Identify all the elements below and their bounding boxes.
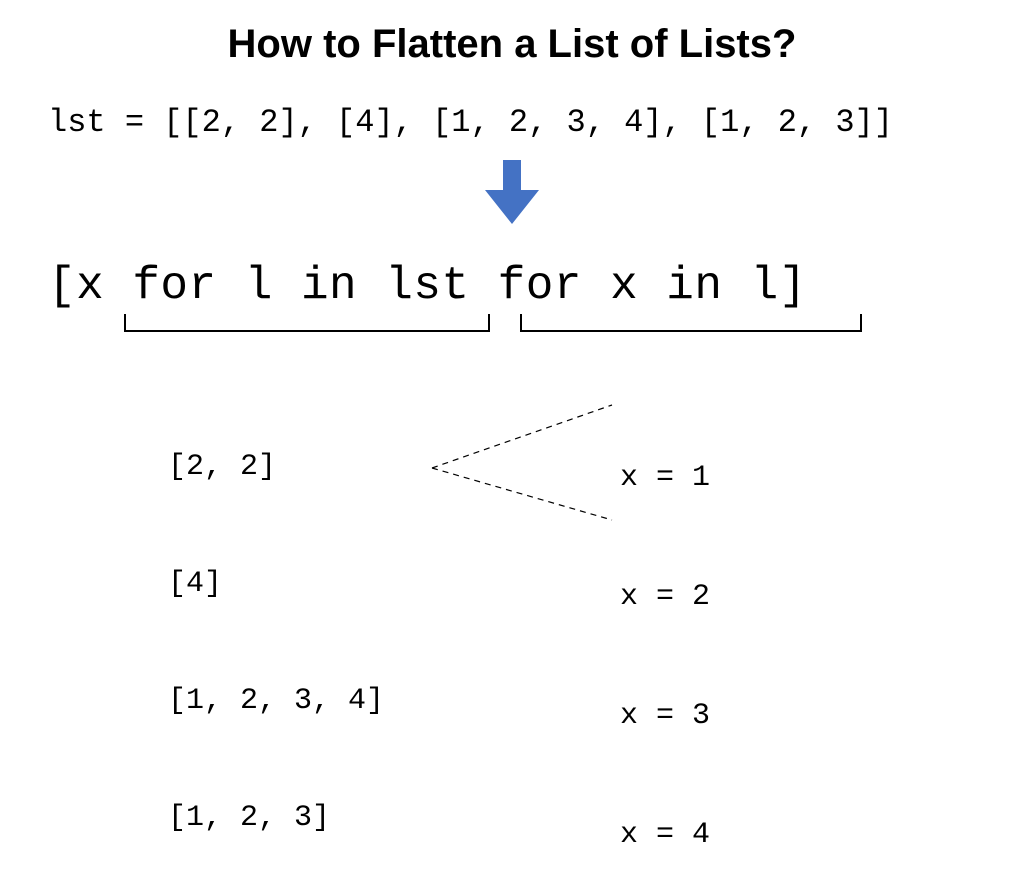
- left-item: [1, 2, 3, 4]: [168, 682, 384, 721]
- left-item: [2, 2]: [168, 448, 384, 487]
- left-item: [4]: [168, 565, 384, 604]
- down-arrow-icon: [485, 160, 539, 229]
- list-comprehension-code: [x for l in lst for x in l]: [48, 260, 807, 312]
- right-item: x = 3: [620, 697, 710, 737]
- right-item: x = 2: [620, 578, 710, 618]
- list-definition-code: lst = [[2, 2], [4], [1, 2, 3, 4], [1, 2,…: [48, 104, 893, 141]
- bracket-right: [520, 314, 862, 332]
- left-item: [1, 2, 3]: [168, 799, 384, 838]
- right-expansion-list: x = 1 x = 2 x = 3 x = 4: [620, 380, 710, 895]
- left-expansion-list: [2, 2] [4] [1, 2, 3, 4] [1, 2, 3]: [168, 370, 384, 877]
- right-item: x = 4: [620, 816, 710, 856]
- bracket-left: [124, 314, 490, 332]
- right-item: x = 1: [620, 459, 710, 499]
- page-title: How to Flatten a List of Lists?: [0, 22, 1024, 67]
